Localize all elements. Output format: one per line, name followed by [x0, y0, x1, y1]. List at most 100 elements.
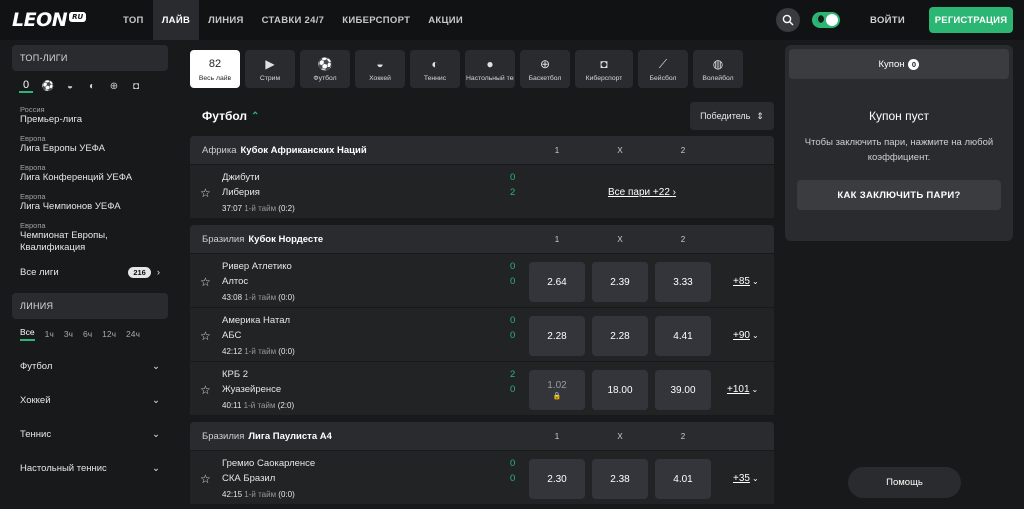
odd-button-2[interactable]: 39.00 — [655, 370, 711, 410]
period-1h[interactable]: 1ч — [45, 329, 54, 339]
all-pairs-link[interactable]: Все пари +22 › — [608, 187, 676, 198]
odd-button-2[interactable]: 4.41 — [655, 316, 711, 356]
star-icon[interactable]: ☆ — [200, 186, 211, 200]
nav-promotions[interactable]: АКЦИИ — [419, 0, 472, 40]
live-count: 82 — [208, 57, 222, 70]
nav-live[interactable]: ЛАЙВ — [152, 0, 200, 40]
league-country: Бразилия — [202, 430, 245, 442]
league-country: Европа — [20, 134, 46, 143]
star-icon[interactable]: ☆ — [200, 275, 211, 289]
league-country: Европа — [20, 221, 46, 230]
login-button[interactable]: ВОЙТИ — [870, 15, 905, 26]
period-12h[interactable]: 12ч — [102, 329, 116, 339]
coupon-empty-title: Купон пуст — [869, 109, 929, 123]
league-header[interactable]: Бразилия Лига Паулиста А4 1 X 2 — [190, 422, 774, 450]
nav-top[interactable]: ТОП — [114, 0, 153, 40]
score-2: 0 — [510, 330, 516, 341]
sidebar-sport-football[interactable]: Футбол ⌄ — [12, 349, 168, 383]
more-markets-link[interactable]: +85 ⌄ — [733, 276, 759, 287]
match-row[interactable]: ☆ Ривер Атлетико Алтос 43:08 1-й тайм (0… — [190, 253, 774, 307]
star-icon[interactable]: ☆ — [200, 383, 211, 397]
more-markets-count: +90 — [733, 330, 750, 341]
hockey-icon[interactable]: ◒ — [63, 81, 77, 92]
match-row[interactable]: ☆ Гремио Саокарленсе СКА Бразил 42:15 1-… — [190, 450, 774, 504]
tab-football[interactable]: ⚽ Футбол — [300, 50, 350, 88]
match-row[interactable]: ☆ КРБ 2 Жуазейренсе 40:11 1-й тайм (2:0)… — [190, 361, 774, 415]
more-markets-link[interactable]: +35 ⌄ — [733, 473, 759, 484]
tennis-icon[interactable]: ◐ — [85, 81, 99, 92]
tab-table-tennis[interactable]: ● Настольный теннис — [465, 50, 515, 88]
nav-esports[interactable]: КИБЕРСПОРТ — [333, 0, 419, 40]
period-6h[interactable]: 6ч — [83, 329, 92, 339]
sidebar-league-item[interactable]: Европа Чемпионат Европы, Квалификация — [12, 217, 168, 258]
how-to-bet-button[interactable]: КАК ЗАКЛЮЧИТЬ ПАРИ? — [797, 180, 1001, 210]
all-leagues-link[interactable]: Все лиги 216 › — [12, 258, 168, 286]
sidebar-league-item[interactable]: Европа Лига Чемпионов УЕФА — [12, 188, 168, 217]
tab-label: Весь лайв — [198, 74, 232, 82]
odd-button-x[interactable]: 2.28 — [592, 316, 648, 356]
sidebar-sport-tennis[interactable]: Теннис ⌄ — [12, 417, 168, 451]
odd-button-1[interactable]: 2.30 — [529, 459, 585, 499]
top-leagues-count[interactable]: 0 — [19, 79, 33, 93]
tab-label: Баскетбол — [528, 74, 562, 82]
league-header[interactable]: Бразилия Кубок Нордесте 1 X 2 — [190, 225, 774, 253]
league-header[interactable]: Африка Кубок Африканских Наций 1 X 2 — [190, 136, 774, 164]
sidebar-league-item[interactable]: Европа Лига Европы УЕФА — [12, 130, 168, 159]
all-leagues-label: Все лиги — [20, 266, 59, 278]
section-title[interactable]: Футбол ⌃ — [190, 109, 259, 123]
period-score: (0:0) — [278, 293, 295, 302]
market-select[interactable]: Победитель ⇕ — [690, 102, 774, 130]
odd-button-1[interactable]: 2.28 — [529, 316, 585, 356]
baseball-icon: ⟋ — [658, 56, 668, 71]
basketball-icon[interactable]: ⊕ — [107, 81, 121, 92]
more-markets-count: +101 — [727, 384, 750, 395]
register-button[interactable]: РЕГИСТРАЦИЯ — [929, 7, 1013, 33]
help-button[interactable]: Помощь — [848, 467, 961, 498]
odd-button-1[interactable]: 2.64 — [529, 262, 585, 302]
period-24h[interactable]: 24ч — [126, 329, 140, 339]
sidebar-league-item[interactable]: Европа Лига Конференций УЕФА — [12, 159, 168, 188]
odd-button-x[interactable]: 2.38 — [592, 459, 648, 499]
tab-hockey[interactable]: ◒ Хоккей — [355, 50, 405, 88]
star-icon[interactable]: ☆ — [200, 329, 211, 343]
period-all[interactable]: Все — [20, 327, 35, 341]
tab-basketball[interactable]: ⊕ Баскетбол — [520, 50, 570, 88]
col-label-1: 1 — [554, 234, 560, 244]
odd-button-x[interactable]: 2.39 — [592, 262, 648, 302]
tab-baseball[interactable]: ⟋ Бейсбол — [638, 50, 688, 88]
half-label: 1-й тайм — [244, 490, 277, 499]
team-1: Ривер Атлетико — [222, 261, 292, 272]
football-icon[interactable]: ⚽ — [41, 81, 55, 92]
coupon-tab[interactable]: Купон 0 — [789, 49, 1009, 79]
match-row[interactable]: ☆ Джибути Либерия 37:07 1-й тайм (0:2) 0… — [190, 164, 774, 218]
tab-tennis[interactable]: ◐ Теннис — [410, 50, 460, 88]
theme-toggle[interactable] — [812, 12, 841, 28]
score-1: 2 — [510, 369, 516, 380]
nav-line[interactable]: ЛИНИЯ — [199, 0, 253, 40]
leon-logo[interactable]: LEON RU — [12, 9, 106, 31]
match-row[interactable]: ☆ Америка Натал АБС 42:12 1-й тайм (0:0)… — [190, 307, 774, 361]
odd-button-2[interactable]: 4.01 — [655, 459, 711, 499]
odd-button-2[interactable]: 3.33 — [655, 262, 711, 302]
sidebar-league-item[interactable]: Россия Премьер-лига — [12, 101, 168, 130]
tab-esports[interactable]: ◘ Киберспорт — [575, 50, 633, 88]
section-header: Футбол ⌃ Победитель ⇕ — [190, 101, 774, 131]
tab-stream[interactable]: ▶ Стрим — [245, 50, 295, 88]
more-markets-link[interactable]: +90 ⌄ — [733, 330, 759, 341]
tab-all-live[interactable]: 82 Весь лайв — [190, 50, 240, 88]
star-icon[interactable]: ☆ — [200, 472, 211, 486]
sidebar-sport-table-tennis[interactable]: Настольный теннис ⌄ — [12, 451, 168, 485]
search-button[interactable] — [776, 8, 801, 32]
sport-label: Теннис — [20, 428, 52, 440]
tab-label: Бейсбол — [649, 74, 677, 82]
esports-icon: ◘ — [600, 56, 608, 71]
odd-button-x[interactable]: 18.00 — [592, 370, 648, 410]
nav-bets-247[interactable]: СТАВКИ 24/7 — [253, 0, 334, 40]
tab-label: Киберспорт — [585, 74, 623, 82]
period-3h[interactable]: 3ч — [64, 329, 73, 339]
league-name: Кубок Нордесте — [248, 233, 324, 245]
sidebar-sport-hockey[interactable]: Хоккей ⌄ — [12, 383, 168, 417]
tab-volleyball[interactable]: ◍ Волейбол — [693, 50, 743, 88]
esports-icon[interactable]: ◘ — [129, 81, 143, 92]
more-markets-link[interactable]: +101 ⌄ — [727, 384, 758, 395]
